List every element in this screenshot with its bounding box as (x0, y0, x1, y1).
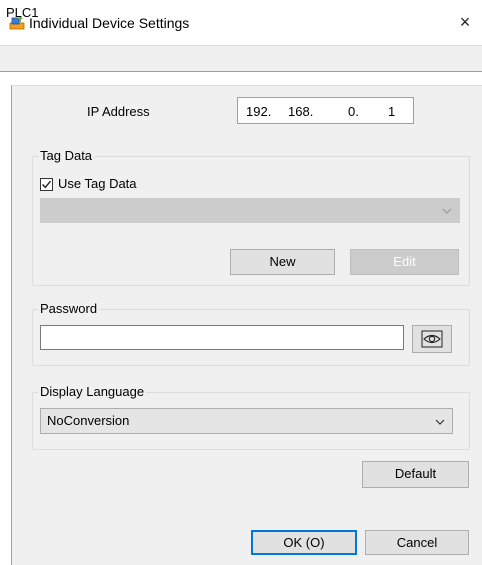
ip-octet-3[interactable]: 0. (348, 104, 359, 120)
eye-icon (421, 330, 443, 348)
default-button[interactable]: Default (362, 461, 469, 488)
tag-data-group-label: Tag Data (38, 148, 95, 164)
use-tag-data-label[interactable]: Use Tag Data (58, 176, 137, 192)
device-header (0, 45, 482, 72)
ip-octet-4[interactable]: 1 (388, 104, 395, 120)
display-language-group-label: Display Language (38, 384, 147, 400)
edit-button: Edit (350, 249, 459, 275)
show-password-button[interactable] (412, 325, 452, 353)
close-icon: × (459, 12, 471, 32)
ip-address-label: IP Address (87, 104, 150, 119)
window-title: Individual Device Settings (29, 15, 190, 31)
ip-octet-2[interactable]: 168. (288, 104, 313, 120)
use-tag-data-checkbox[interactable] (40, 178, 53, 191)
ip-address-field[interactable]: 192. 168. 0. 1 (237, 97, 414, 124)
chevron-down-icon (442, 208, 452, 214)
close-button[interactable]: × (452, 10, 478, 34)
display-language-value: NoConversion (47, 413, 130, 428)
password-group-label: Password (38, 301, 100, 317)
ip-octet-1[interactable]: 192. (246, 104, 271, 120)
checkmark-icon (42, 180, 52, 189)
tag-data-select (40, 198, 460, 223)
chevron-down-icon (435, 419, 445, 425)
device-name: PLC1 (6, 5, 39, 20)
ok-button[interactable]: OK (O) (251, 530, 357, 555)
new-button[interactable]: New (230, 249, 335, 275)
display-language-select[interactable]: NoConversion (40, 408, 453, 434)
cancel-button[interactable]: Cancel (365, 530, 469, 555)
password-input[interactable] (40, 325, 404, 350)
